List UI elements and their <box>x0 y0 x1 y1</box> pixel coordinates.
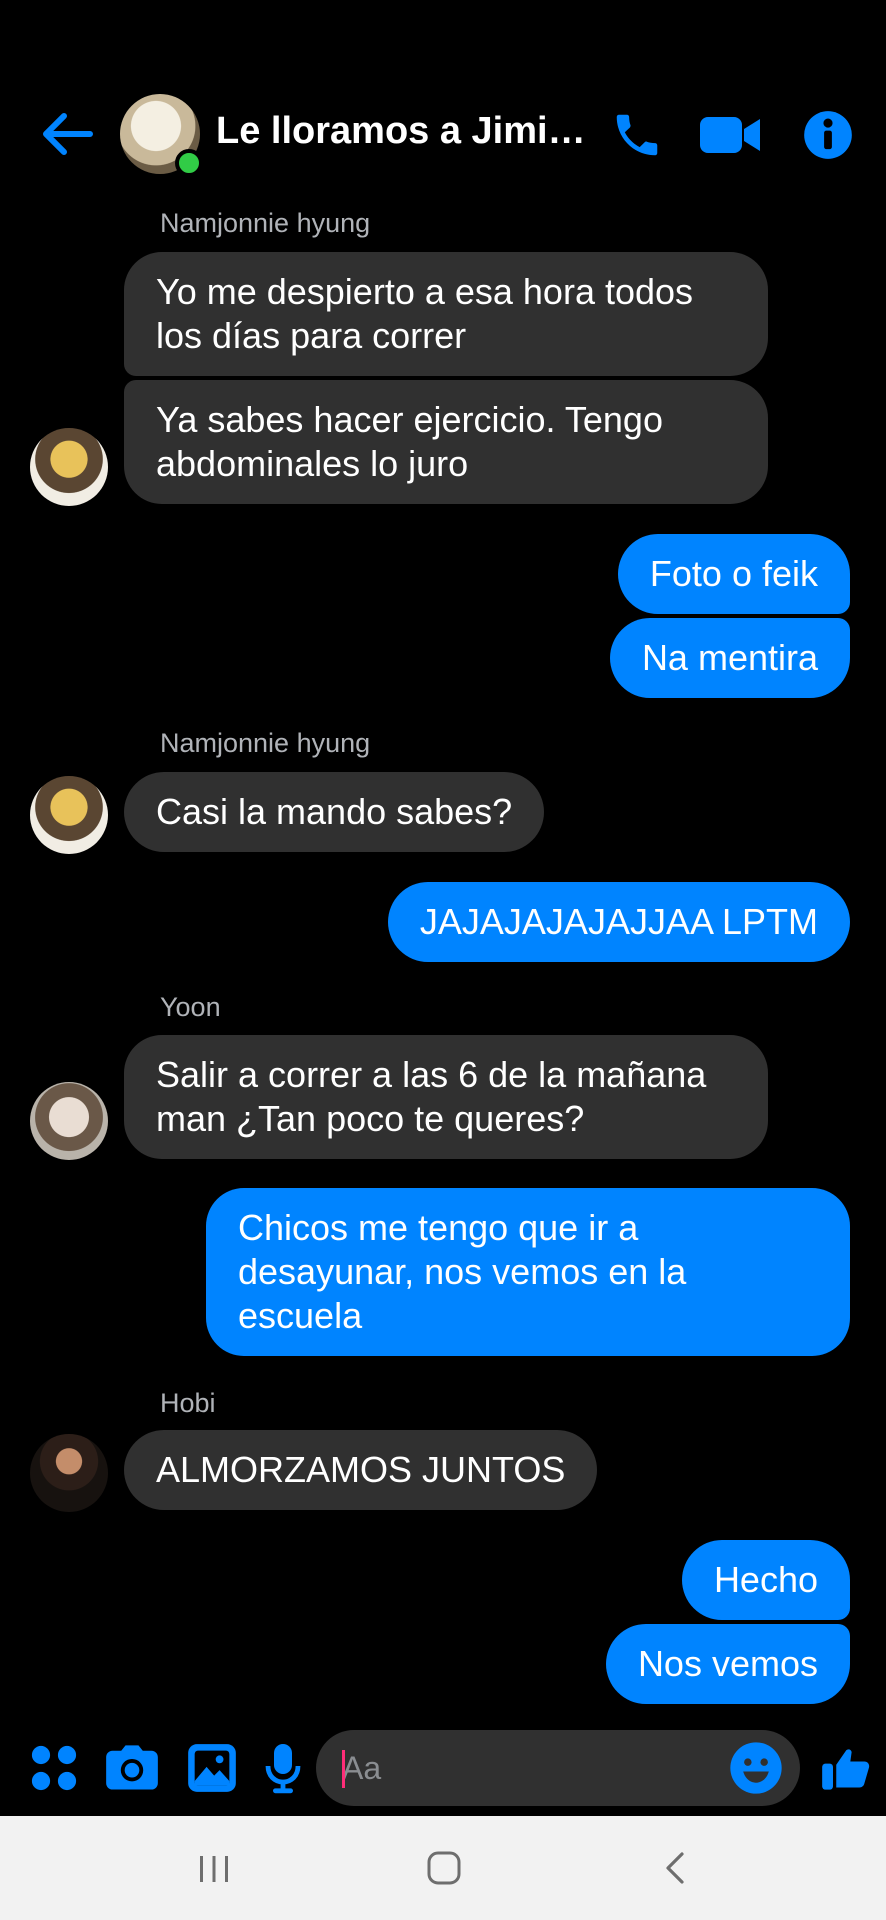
message-input-container <box>316 1730 800 1806</box>
phone-icon[interactable] <box>608 108 666 162</box>
incoming-message-bubble[interactable]: ALMORZAMOS JUNTOS <box>124 1430 598 1510</box>
sender-avatar[interactable] <box>30 1082 108 1160</box>
emoji-icon[interactable] <box>728 1740 784 1796</box>
sender-avatar[interactable] <box>30 1434 108 1512</box>
incoming-message-bubble[interactable]: Salir a correr a las 6 de la mañana man … <box>124 1035 768 1159</box>
message-text: Chicos me tengo que ir a desayunar, nos … <box>238 1207 687 1336</box>
sender-name: Namjonnie hyung <box>160 728 371 758</box>
sender-avatar[interactable] <box>30 428 108 506</box>
message-text: Na mentira <box>641 637 818 678</box>
gallery-icon[interactable] <box>186 1742 238 1794</box>
outgoing-message-bubble[interactable]: Foto o feik <box>617 534 850 614</box>
incoming-message-bubble[interactable]: Casi la mando sabes? <box>124 772 545 852</box>
outgoing-message-bubble[interactable]: Na mentira <box>609 618 850 698</box>
back-arrow-icon[interactable] <box>40 110 96 158</box>
message-text: Nos vemos <box>637 1643 818 1684</box>
outgoing-message-bubble[interactable]: JAJAJAJAJAJJAA LPTM <box>387 882 850 962</box>
sender-name: Hobi <box>160 1388 216 1418</box>
message-text: Salir a correr a las 6 de la mañana man … <box>156 1054 707 1139</box>
chat-title[interactable]: Le lloramos a Jimi… <box>216 110 586 153</box>
thumbs-up-icon[interactable] <box>818 1742 874 1794</box>
message-text: JAJAJAJAJAJJAA LPTM <box>419 901 818 942</box>
message-text: Casi la mando sabes? <box>156 791 513 832</box>
sender-avatar[interactable] <box>30 776 108 854</box>
message-text: Hecho <box>713 1559 818 1600</box>
group-avatar[interactable] <box>120 94 203 177</box>
message-text: Foto o feik <box>649 553 818 594</box>
outgoing-message-bubble[interactable]: Chicos me tengo que ir a desayunar, nos … <box>206 1188 850 1356</box>
online-status-dot <box>175 149 203 177</box>
system-navigation-bar <box>0 1816 886 1920</box>
apps-grid-icon[interactable] <box>28 1742 80 1794</box>
sender-name: Yoon <box>160 992 221 1022</box>
camera-icon[interactable] <box>104 1742 160 1794</box>
outgoing-message-bubble[interactable]: Hecho <box>681 1540 850 1620</box>
outgoing-message-bubble[interactable]: Nos vemos <box>605 1624 850 1704</box>
sender-name: Namjonnie hyung <box>160 208 371 238</box>
chat-header: Le lloramos a Jimi… <box>0 92 886 177</box>
message-text: Yo me despierto a esa hora todos los día… <box>156 271 694 356</box>
message-input[interactable] <box>342 1730 722 1806</box>
microphone-icon[interactable] <box>262 1742 304 1794</box>
info-icon[interactable] <box>802 108 854 162</box>
incoming-message-bubble[interactable]: Yo me despierto a esa hora todos los día… <box>124 252 768 376</box>
home-icon[interactable] <box>424 1846 464 1890</box>
text-cursor <box>342 1750 345 1788</box>
back-icon[interactable] <box>660 1846 690 1890</box>
incoming-message-bubble[interactable]: Ya sabes hacer ejercicio. Tengo abdomina… <box>124 380 768 504</box>
message-text: ALMORZAMOS JUNTOS <box>156 1449 566 1490</box>
message-text: Ya sabes hacer ejercicio. Tengo abdomina… <box>156 399 663 484</box>
recent-apps-icon[interactable] <box>196 1846 232 1890</box>
message-composer <box>0 1728 886 1808</box>
video-camera-icon[interactable] <box>698 108 762 162</box>
